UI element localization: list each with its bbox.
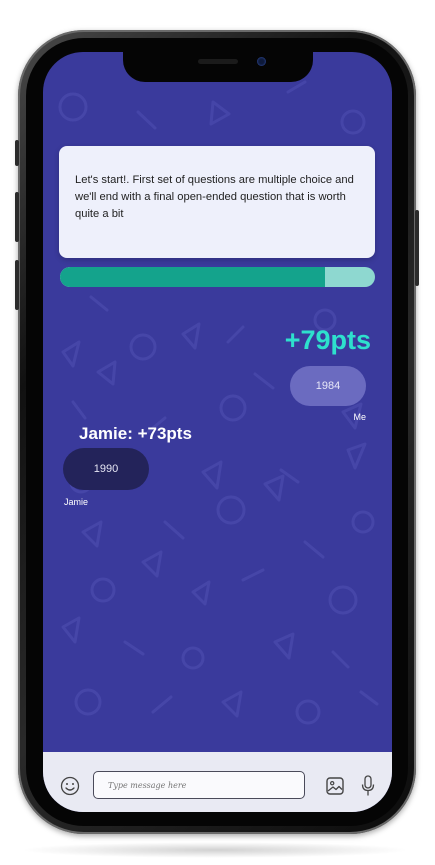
earpiece-speaker xyxy=(198,59,238,64)
opponent-name-label: Jamie xyxy=(64,497,89,507)
host-message-card: Let's start!. First set of questions are… xyxy=(59,146,375,258)
microphone-icon[interactable] xyxy=(361,775,375,797)
phone-shadow xyxy=(20,842,410,858)
host-message-text: Let's start!. First set of questions are… xyxy=(75,174,354,220)
volume-down-button xyxy=(15,260,19,310)
my-answer-bubble: 1984 xyxy=(290,366,366,406)
smiley-icon[interactable] xyxy=(60,776,80,796)
front-camera xyxy=(257,57,266,66)
silent-switch xyxy=(15,140,19,166)
phone-notch xyxy=(123,52,313,82)
power-button xyxy=(415,210,419,286)
image-icon[interactable] xyxy=(325,776,345,796)
message-input[interactable] xyxy=(93,771,305,799)
question-progress-fill xyxy=(60,267,325,287)
message-composer-bar xyxy=(43,752,392,812)
opponent-points-label: Jamie: +73pts xyxy=(79,424,192,443)
app-screen: Let's start!. First set of questions are… xyxy=(43,52,392,812)
question-progress-bar xyxy=(60,267,375,287)
volume-up-button xyxy=(15,192,19,242)
my-points-label: +79pts xyxy=(284,325,371,355)
opponent-answer-bubble: 1990 xyxy=(63,448,149,490)
my-name-label: Me xyxy=(353,412,366,422)
